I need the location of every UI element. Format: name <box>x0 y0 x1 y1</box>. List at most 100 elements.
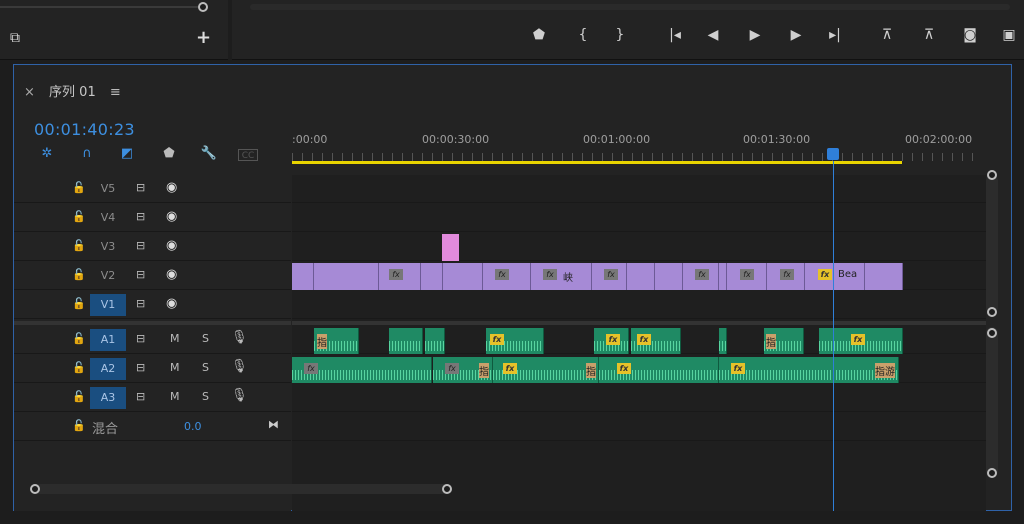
v2-clip[interactable] <box>627 263 655 290</box>
mute-button[interactable]: M <box>170 390 180 403</box>
linked-selection-icon[interactable]: ◩ <box>118 145 136 163</box>
fx-badge[interactable]: fx <box>490 334 504 345</box>
lock-icon[interactable]: 🔓 <box>72 210 86 223</box>
v2-clip[interactable]: fx <box>683 263 719 290</box>
lock-icon[interactable]: 🔓 <box>72 297 86 310</box>
comparison-view-icon[interactable]: ▣ <box>998 24 1020 46</box>
monitor-scrollbar[interactable] <box>250 4 1010 10</box>
v2-clip[interactable] <box>719 263 727 290</box>
v2-clip[interactable]: fx <box>727 263 767 290</box>
track-name[interactable]: V1 <box>90 294 126 316</box>
export-frame-icon[interactable]: ◙ <box>959 24 981 46</box>
lane-v1[interactable] <box>292 291 986 319</box>
sequence-tab[interactable]: × 序列 01 ≡ <box>24 81 121 100</box>
a1-clip[interactable]: fx <box>631 328 681 354</box>
lane-a2[interactable]: fx fx 指 fx 指 fx fx 指游 <box>292 355 986 383</box>
eye-icon[interactable]: ◉ <box>166 209 177 224</box>
video-audio-divider[interactable] <box>14 321 291 325</box>
v2-clip[interactable] <box>865 263 903 290</box>
fx-badge[interactable]: fx <box>780 269 794 280</box>
track-name[interactable]: V5 <box>90 178 126 200</box>
fx-badge[interactable]: fx <box>818 269 832 280</box>
fx-badge[interactable]: fx <box>503 363 517 374</box>
fx-badge[interactable]: fx <box>445 363 459 374</box>
a1-clip[interactable] <box>425 328 445 354</box>
lock-icon[interactable]: 🔓 <box>72 239 86 252</box>
mic-icon[interactable]: 🎙 <box>231 388 248 403</box>
a2-clip[interactable]: fx <box>599 357 719 383</box>
lane-a1[interactable]: 指 fx fx fx 指 fx <box>292 326 986 354</box>
fx-badge[interactable]: fx <box>637 334 651 345</box>
a1-clip[interactable]: 指 <box>764 328 804 354</box>
timeline-hscrollbar[interactable] <box>30 484 450 494</box>
fx-badge[interactable]: fx <box>543 269 557 280</box>
step-forward-icon[interactable]: ▶ <box>785 24 807 46</box>
hamburger-icon[interactable]: ≡ <box>110 85 121 100</box>
go-to-out-icon[interactable]: ▸| <box>824 24 846 46</box>
step-back-icon[interactable]: ◀ <box>702 24 724 46</box>
work-area-bar[interactable] <box>292 161 902 164</box>
fx-badge[interactable]: fx <box>740 269 754 280</box>
snap-icon[interactable]: ∩ <box>78 145 96 163</box>
extract-icon[interactable]: ⊼ <box>918 24 940 46</box>
sync-lock-icon[interactable]: ⊟ <box>136 297 145 310</box>
a2-clip[interactable]: fx <box>292 357 432 383</box>
lane-v4[interactable] <box>292 204 986 232</box>
fx-badge[interactable]: fx <box>606 334 620 345</box>
mic-icon[interactable]: 🎙 <box>231 330 248 345</box>
a1-clip[interactable]: fx <box>486 328 544 354</box>
eye-icon[interactable]: ◉ <box>166 296 177 311</box>
v2-clip[interactable] <box>655 263 683 290</box>
zoom-knob[interactable] <box>198 2 208 12</box>
a2-clip[interactable]: fx 指 <box>493 357 599 383</box>
a1-clip[interactable] <box>719 328 727 354</box>
mark-out-icon[interactable]: } <box>609 24 631 46</box>
fx-badge[interactable]: fx <box>731 363 745 374</box>
captions-icon[interactable]: CC <box>238 149 258 161</box>
sync-lock-icon[interactable]: ⊟ <box>136 268 145 281</box>
fx-badge[interactable]: fx <box>604 269 618 280</box>
mix-value[interactable]: 0.0 <box>184 420 202 433</box>
lift-icon[interactable]: ⊼ <box>876 24 898 46</box>
sync-lock-icon[interactable]: ⊟ <box>136 239 145 252</box>
sync-lock-icon[interactable]: ⊟ <box>136 210 145 223</box>
go-to-in-icon[interactable]: |◂ <box>664 24 686 46</box>
video-vscrollbar[interactable] <box>986 175 998 313</box>
fx-badge[interactable]: fx <box>304 363 318 374</box>
v2-clip[interactable] <box>314 263 379 290</box>
track-name[interactable]: A1 <box>90 329 126 351</box>
sync-lock-icon[interactable]: ⊟ <box>136 390 145 403</box>
nest-icon[interactable]: ✲ <box>38 145 56 163</box>
eye-icon[interactable]: ◉ <box>166 238 177 253</box>
v2-clip[interactable]: fx <box>379 263 421 290</box>
solo-button[interactable]: S <box>202 390 209 403</box>
lane-v5[interactable] <box>292 175 986 203</box>
v3-clip[interactable] <box>442 234 459 261</box>
solo-button[interactable]: S <box>202 332 209 345</box>
v2-clip[interactable] <box>421 263 443 290</box>
fx-badge[interactable]: fx <box>851 334 865 345</box>
v2-clip[interactable]: fx 峡 <box>531 263 592 290</box>
vscroll-knob[interactable] <box>987 328 997 338</box>
lock-icon[interactable]: 🔓 <box>72 332 86 345</box>
v2-clip[interactable] <box>292 263 314 290</box>
vscroll-knob[interactable] <box>987 468 997 478</box>
lane-a3[interactable] <box>292 384 986 412</box>
lock-icon[interactable]: 🔓 <box>72 181 86 194</box>
a1-clip[interactable]: fx <box>594 328 629 354</box>
a2-clip[interactable]: fx 指游 <box>719 357 899 383</box>
v2-clip[interactable]: fx <box>592 263 627 290</box>
lane-mix[interactable] <box>292 413 986 441</box>
track-name[interactable]: V3 <box>90 236 126 258</box>
hscroll-knob[interactable] <box>442 484 452 494</box>
mic-icon[interactable]: 🎙 <box>231 359 248 374</box>
ruler-ticks[interactable] <box>292 153 980 161</box>
lock-icon[interactable]: 🔓 <box>72 268 86 281</box>
vscroll-knob[interactable] <box>987 170 997 180</box>
eye-icon[interactable]: ◉ <box>166 267 177 282</box>
lock-icon[interactable]: 🔓 <box>72 419 86 432</box>
play-icon[interactable]: ▶ <box>744 24 766 46</box>
toggle-view-icon[interactable]: ⧉ <box>10 30 30 48</box>
v2-clip[interactable]: fx <box>483 263 531 290</box>
track-name[interactable]: A2 <box>90 358 126 380</box>
